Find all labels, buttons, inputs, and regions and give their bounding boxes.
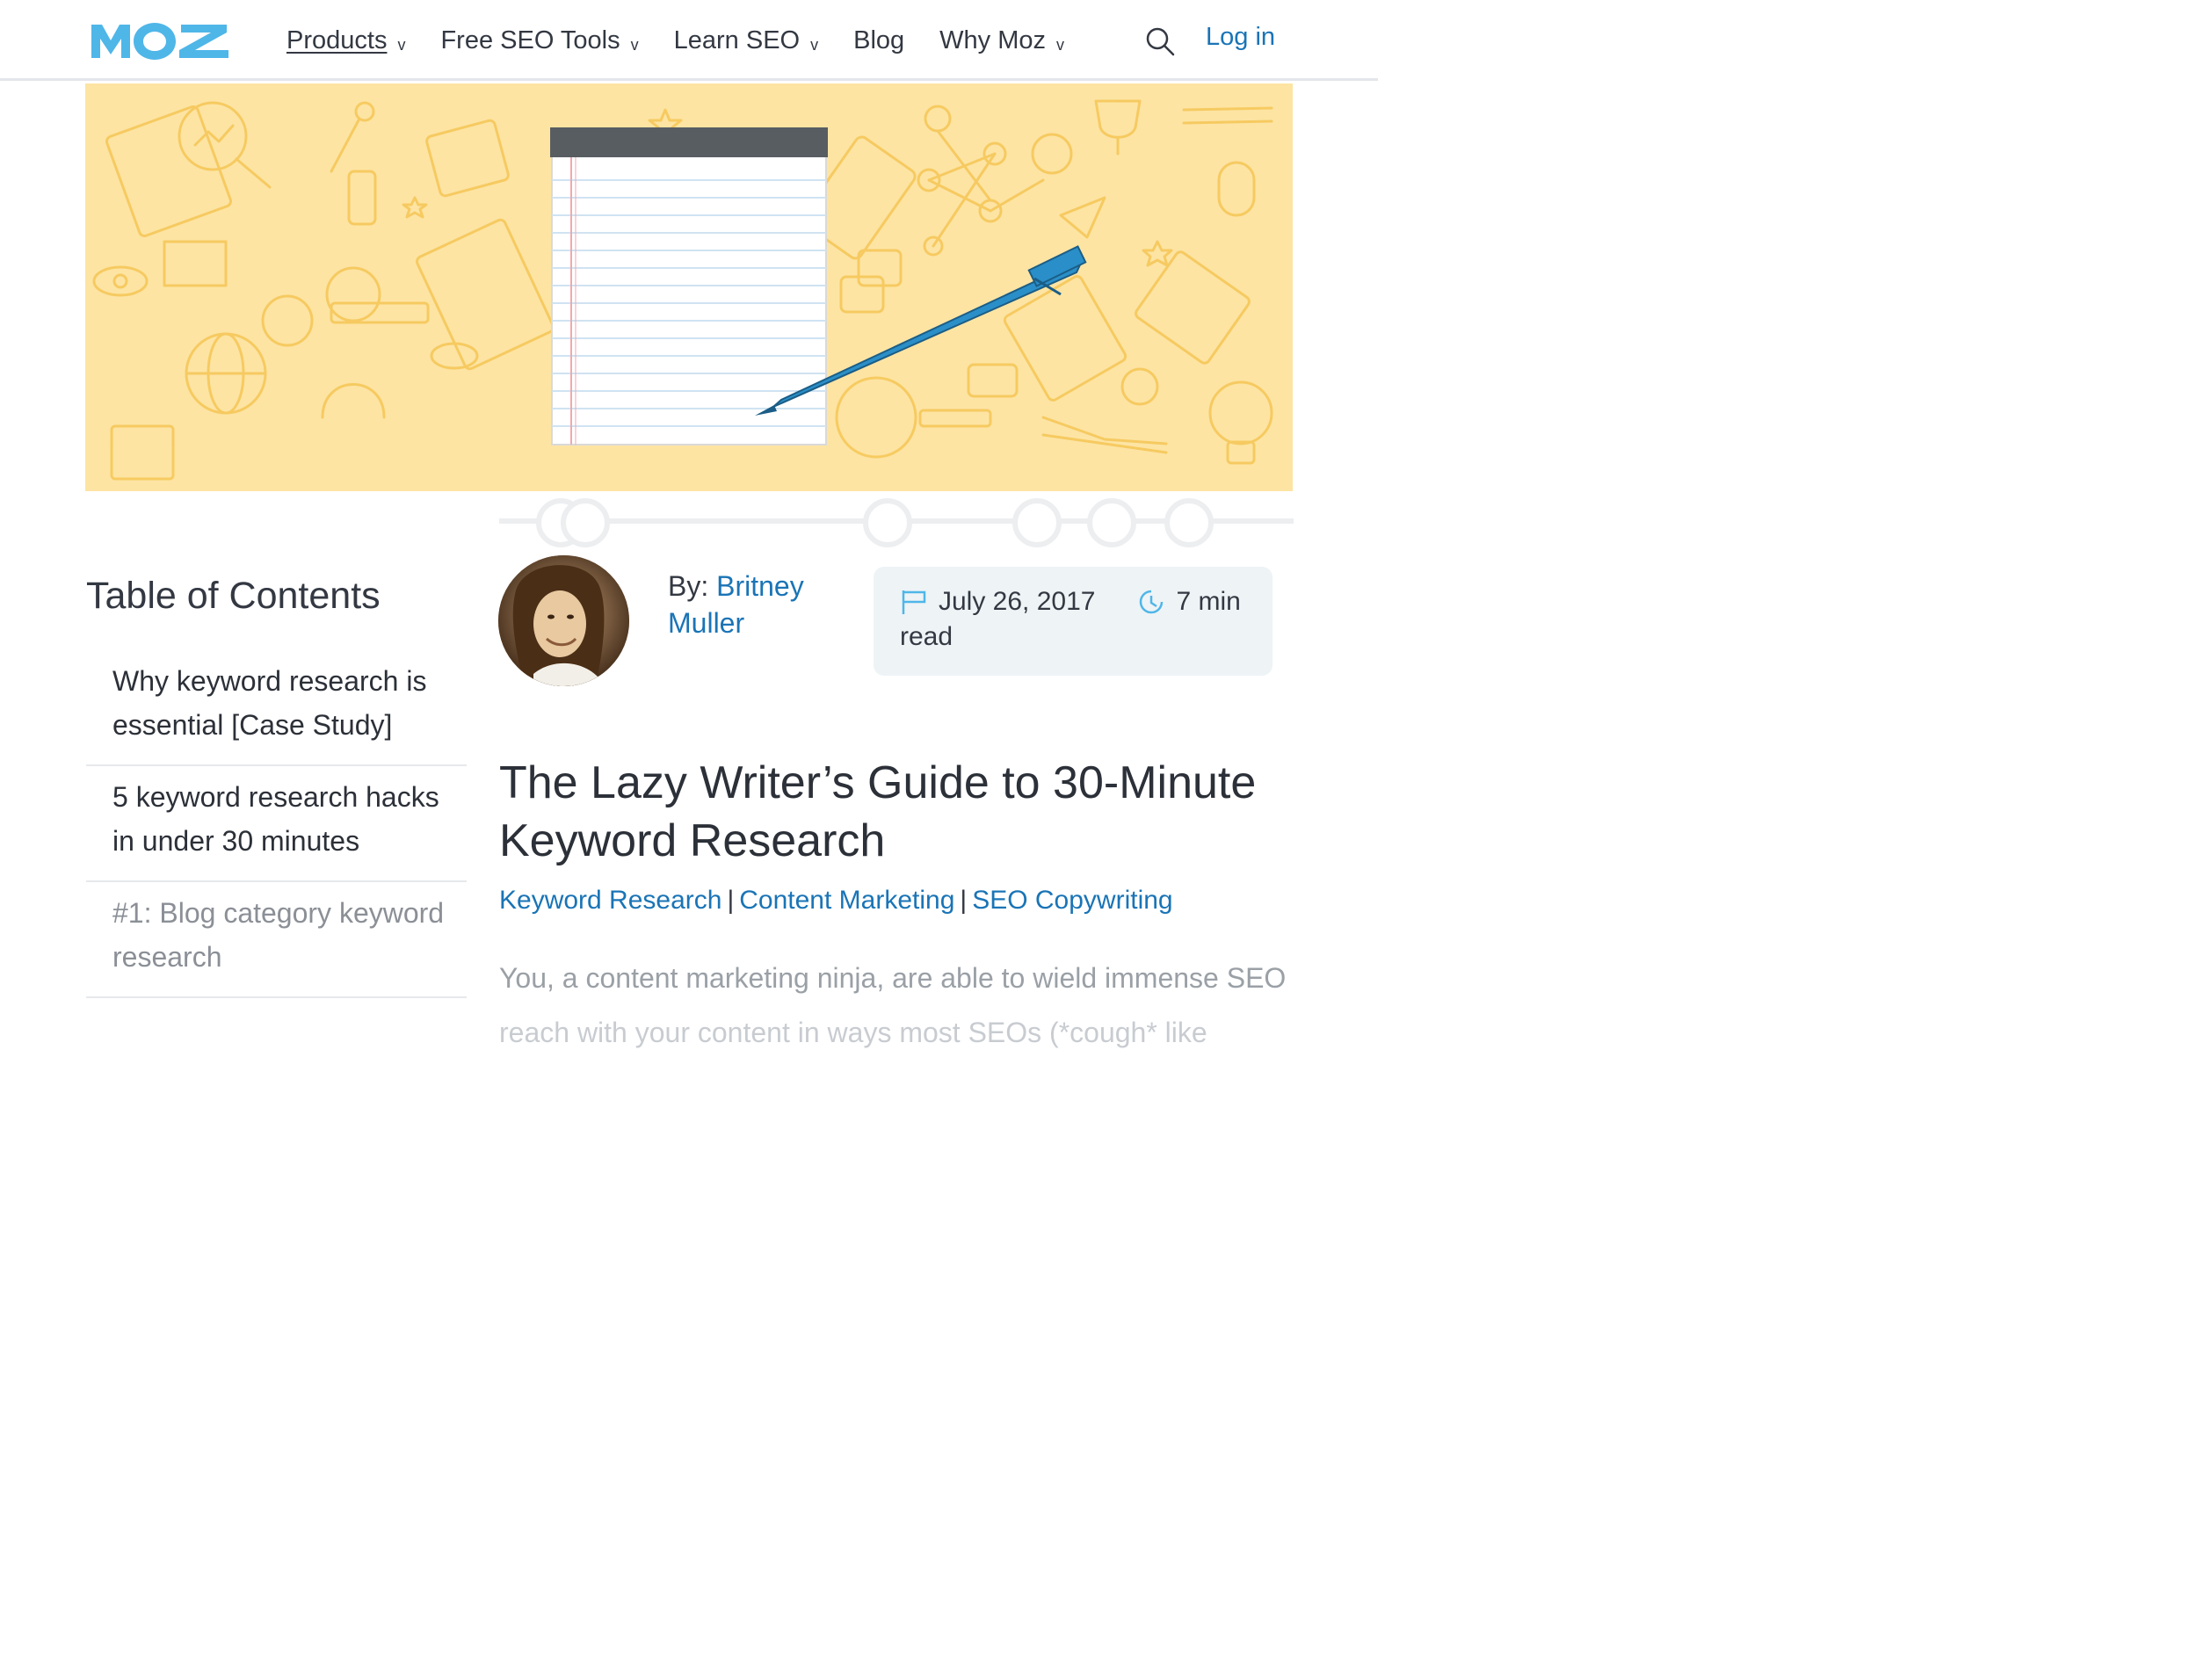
nav-label: Products: [286, 25, 388, 54]
flag-icon: [902, 590, 926, 614]
moz-logo[interactable]: [91, 21, 228, 60]
toc-item[interactable]: #1: Blog category keyword research: [86, 882, 467, 998]
nav-label: Learn SEO: [673, 25, 801, 54]
author-photo: [498, 555, 629, 686]
intro-line: You, a content marketing ninja, are able…: [499, 962, 1287, 994]
nav-learn-seo[interactable]: Learn SEO v: [674, 26, 818, 55]
hero-banner: [85, 83, 1293, 491]
search-icon[interactable]: [1145, 26, 1175, 56]
by-prefix: By:: [668, 570, 709, 602]
chevron-down-icon: v: [810, 35, 819, 54]
nav-label: Why Moz: [939, 25, 1046, 54]
nav-blog[interactable]: Blog: [853, 26, 904, 55]
post-date: July 26, 2017: [939, 587, 1096, 616]
nav-free-seo-tools[interactable]: Free SEO Tools v: [440, 26, 638, 55]
nav-label: Free SEO Tools: [440, 25, 620, 54]
toc-title: Table of Contents: [86, 575, 381, 617]
nav-products[interactable]: Products v: [286, 26, 405, 55]
table-of-contents: Why keyword research is essential [Case …: [86, 650, 467, 998]
tag-link[interactable]: SEO Copywriting: [972, 886, 1172, 915]
article-tags: Keyword Research | Content Marketing | SEO C…: [499, 886, 1173, 916]
author-last-name[interactable]: Muller: [668, 607, 744, 639]
site-header: Products v Free SEO Tools v Learn SEO v …: [0, 0, 1378, 81]
reading-progress-track: [499, 498, 1294, 547]
chevron-down-icon: v: [630, 35, 639, 54]
byline: By: Britney Muller: [668, 568, 861, 641]
chevron-down-icon: v: [1056, 35, 1064, 54]
read-time-suffix: read: [900, 622, 953, 651]
toc-item[interactable]: Why keyword research is essential [Case …: [86, 650, 467, 766]
author-first-name[interactable]: Britney: [716, 570, 804, 602]
chevron-down-icon: v: [397, 35, 406, 54]
author-avatar[interactable]: [498, 555, 629, 686]
article-intro: You, a content marketing ninja, are able…: [499, 951, 1299, 1060]
tag-separator: |: [960, 886, 968, 915]
main-nav: Products v Free SEO Tools v Learn SEO v …: [286, 23, 1099, 58]
article-title: The Lazy Writer’s Guide to 30-Minute Key…: [499, 757, 1257, 866]
post-meta: July 26, 2017 7 min read: [874, 567, 1273, 676]
nav-label: Blog: [853, 25, 905, 54]
nav-why-moz[interactable]: Why Moz v: [939, 26, 1064, 55]
read-time: 7 min: [1176, 587, 1241, 616]
login-link[interactable]: Log in: [1206, 23, 1275, 52]
hero-illustration: [92, 99, 1273, 481]
intro-line: reach with your content in ways most SEO…: [499, 1017, 1207, 1048]
tag-link[interactable]: Content Marketing: [739, 886, 954, 915]
tag-separator: |: [727, 886, 735, 915]
clock-icon: [1140, 590, 1164, 614]
tag-link[interactable]: Keyword Research: [499, 886, 721, 915]
toc-item[interactable]: 5 keyword research hacks in under 30 min…: [86, 766, 467, 882]
